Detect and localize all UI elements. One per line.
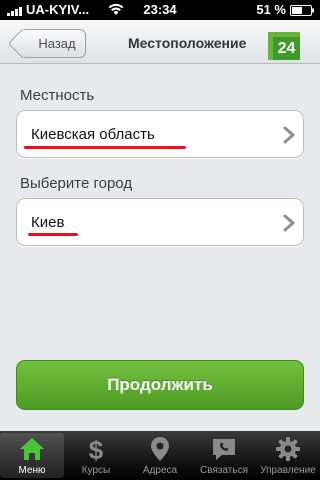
location-pin-icon	[151, 437, 169, 461]
region-select[interactable]: Киевская область	[16, 110, 304, 158]
back-button[interactable]: Назад	[7, 28, 86, 59]
tab-label: Адреса	[142, 465, 178, 476]
back-arrow-icon	[7, 28, 38, 59]
navigation-bar: Назад Местоположение 24	[0, 20, 320, 64]
city-value: Киев	[31, 214, 65, 231]
region-label: Местность	[20, 87, 95, 104]
logo-text: 24	[273, 37, 300, 60]
city-select[interactable]: Киев	[16, 198, 304, 246]
dollar-icon: $	[89, 435, 104, 463]
tab-label: Курсы	[81, 465, 111, 476]
chevron-right-icon	[283, 214, 295, 232]
region-value: Киевская область	[31, 126, 155, 143]
city-label: Выберите город	[20, 175, 133, 192]
tab-rates[interactable]: $ Курсы	[64, 431, 128, 480]
tab-label: Меню	[18, 465, 46, 476]
page-title: Местоположение	[128, 35, 247, 51]
tab-bar: Меню $ Курсы Адреса Связаться Управление	[0, 431, 320, 480]
back-button-label: Назад	[38, 36, 76, 51]
region-highlight-underline	[24, 146, 186, 149]
city-highlight-underline	[28, 233, 78, 236]
battery-percent: 51 %	[256, 2, 286, 17]
tab-settings[interactable]: Управление	[256, 431, 320, 480]
home-icon	[20, 438, 44, 460]
status-bar: UA-KYIV... 23:34 51 %	[0, 0, 320, 20]
bank-logo: 24	[268, 32, 300, 60]
tab-label: Управление	[260, 465, 316, 476]
phone-chat-icon	[213, 439, 235, 460]
tab-label: Связаться	[200, 465, 248, 476]
chevron-right-icon	[283, 126, 295, 144]
continue-button[interactable]: Продолжить	[16, 360, 304, 410]
tab-menu[interactable]: Меню	[0, 433, 64, 478]
svg-text:$: $	[89, 435, 104, 463]
battery-icon	[290, 5, 314, 16]
tab-contact[interactable]: Связаться	[192, 431, 256, 480]
gear-icon	[276, 437, 300, 461]
tab-addresses[interactable]: Адреса	[128, 431, 192, 480]
